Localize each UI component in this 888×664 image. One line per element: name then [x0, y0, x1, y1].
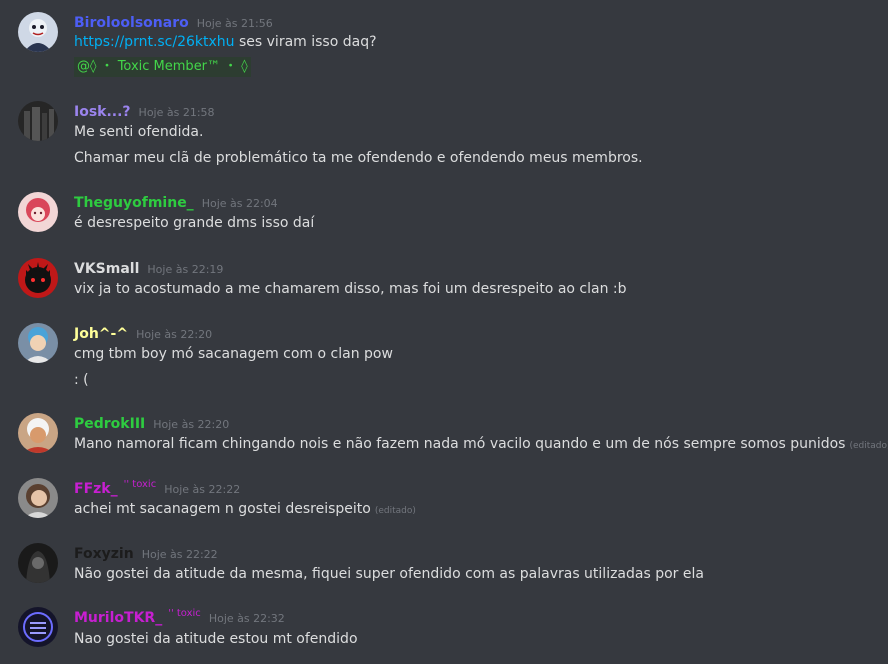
message-text: Mano namoral ficam chingando nois e não … — [74, 434, 888, 456]
author-name[interactable]: MuriloTKR_ — [74, 610, 162, 626]
edited-label: (editado) — [849, 441, 888, 451]
message-text-suffix: ses viram isso daq? — [234, 34, 377, 50]
timestamp: Hoje às 21:56 — [196, 17, 273, 30]
timestamp: Hoje às 22:20 — [153, 418, 230, 431]
message-header: Foxyzin Hoje às 22:22 — [74, 543, 218, 563]
author-name[interactable]: Iosk...? — [74, 104, 131, 120]
message-text: cmg tbm boy mó sacanagem com o clan pow — [74, 346, 393, 362]
message-text: Não gostei da atitude da mesma, fiquei s… — [74, 566, 704, 582]
message-header: PedrokIII Hoje às 22:20 — [74, 413, 229, 433]
message-header: Iosk...? Hoje às 21:58 — [74, 101, 215, 121]
message-text: Chamar meu clã de problemático ta me ofe… — [74, 150, 643, 166]
timestamp: Hoje às 22:22 — [164, 483, 241, 496]
message-header: Biroloolsonaro Hoje às 21:56 — [74, 12, 273, 32]
edited-label: (editado) — [374, 506, 416, 516]
avatar[interactable] — [18, 101, 58, 141]
avatar[interactable] — [18, 413, 58, 453]
avatar[interactable] — [18, 607, 58, 647]
avatar[interactable] — [18, 12, 58, 52]
timestamp: Hoje às 22:22 — [141, 548, 218, 561]
message-text: é desrespeito grande dms isso daí — [74, 215, 315, 231]
message-text: : ( — [74, 372, 89, 388]
message-text: Me senti ofendida. — [74, 124, 204, 140]
message-header: FFzk_ '' toxic Hoje às 22:22 — [74, 478, 240, 498]
author-name[interactable]: Foxyzin — [74, 546, 134, 562]
message-text: vix ja to acostumado a me chamarem disso… — [74, 281, 627, 297]
role-mention[interactable]: @◊ ・ Toxic Member™ ・ ◊ — [74, 57, 251, 77]
avatar[interactable] — [18, 258, 58, 298]
message-header: MuriloTKR_ '' toxic Hoje às 22:32 — [74, 607, 285, 627]
author-name[interactable]: Biroloolsonaro — [74, 15, 189, 31]
timestamp: Hoje às 22:20 — [136, 328, 213, 341]
timestamp: Hoje às 21:58 — [138, 106, 215, 119]
message-text: Nao gostei da atitude estou mt ofendido — [74, 631, 358, 647]
avatar[interactable] — [18, 478, 58, 518]
member-tag: '' toxic — [168, 608, 201, 619]
timestamp: Hoje às 22:32 — [208, 612, 285, 625]
message-body: Mano namoral ficam chingando nois e não … — [74, 436, 846, 452]
avatar[interactable] — [18, 543, 58, 583]
author-name[interactable]: FFzk_ — [74, 481, 118, 497]
message-header: Theguyofmine_ Hoje às 22:04 — [74, 192, 278, 212]
message-header: VKSmall Hoje às 22:19 — [74, 258, 223, 278]
message-text: achei mt sacanagem n gostei desreispeito… — [74, 499, 416, 521]
author-name[interactable]: PedrokIII — [74, 416, 145, 432]
timestamp: Hoje às 22:04 — [201, 197, 278, 210]
message-link[interactable]: https://prnt.sc/26ktxhu — [74, 34, 235, 50]
message-header: Joh^-^ Hoje às 22:20 — [74, 323, 212, 343]
avatar[interactable] — [18, 323, 58, 363]
author-name[interactable]: Joh^-^ — [74, 326, 128, 342]
avatar[interactable] — [18, 192, 58, 232]
author-name[interactable]: VKSmall — [74, 261, 139, 277]
timestamp: Hoje às 22:19 — [147, 263, 224, 276]
message-body: achei mt sacanagem n gostei desreispeito — [74, 501, 371, 517]
chat-messages: Biroloolsonaro Hoje às 21:56 https://prnt… — [0, 0, 888, 664]
member-tag: '' toxic — [123, 479, 157, 490]
message-text: https://prnt.sc/26ktxhu ses viram isso d… — [74, 32, 377, 52]
author-name[interactable]: Theguyofmine_ — [74, 195, 194, 211]
